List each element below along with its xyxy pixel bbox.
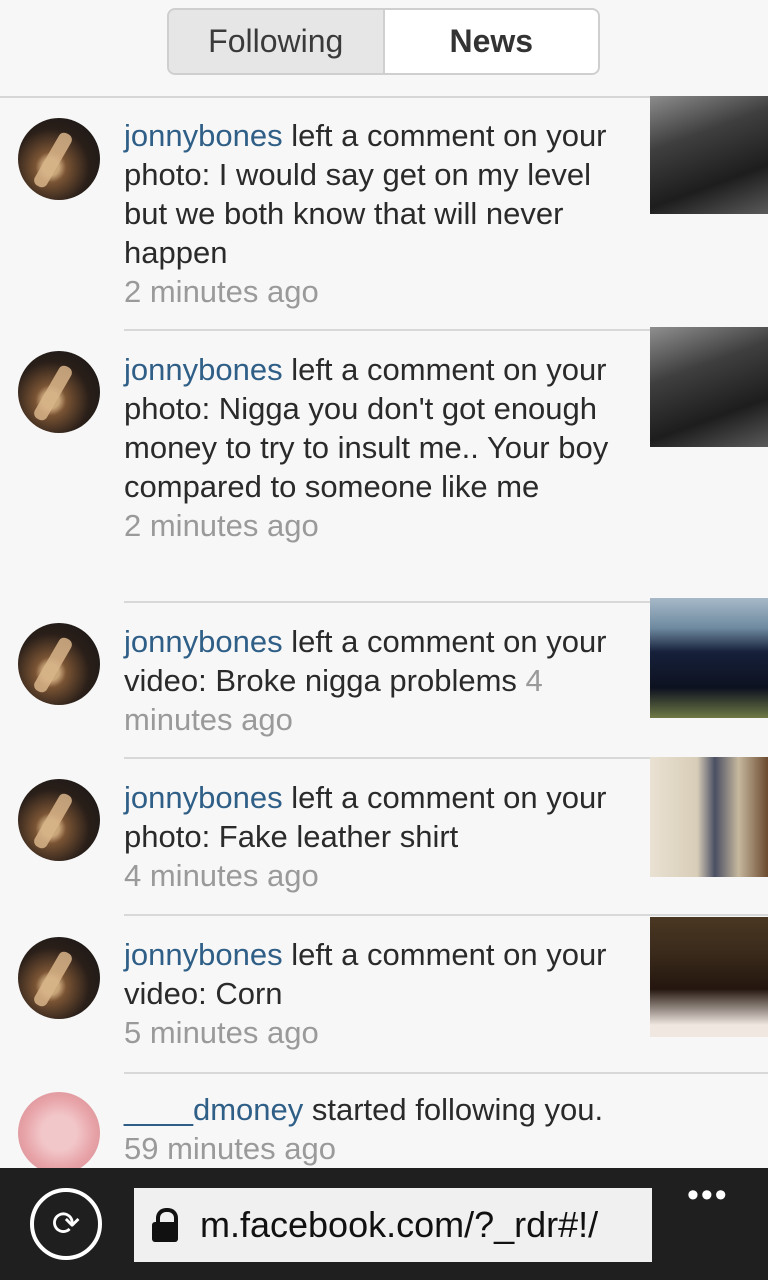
timestamp: 2 minutes ago — [124, 508, 319, 543]
avatar[interactable] — [18, 779, 100, 861]
list-item[interactable]: jonnybones left a comment on your video:… — [0, 916, 768, 1072]
timestamp: 5 minutes ago — [124, 1015, 319, 1050]
photo-thumbnail[interactable] — [650, 96, 768, 214]
notification-text: jonnybones left a comment on your photo:… — [124, 780, 607, 893]
avatar[interactable] — [18, 351, 100, 433]
notification-text: jonnybones left a comment on your video:… — [124, 937, 607, 1050]
timestamp: 59 minutes ago — [124, 1131, 336, 1166]
avatar[interactable] — [18, 118, 100, 200]
list-item[interactable]: ____dmoney started following you. 59 min… — [0, 1074, 768, 1168]
timestamp: 4 minutes ago — [124, 858, 319, 893]
username-link[interactable]: jonnybones — [124, 352, 283, 387]
list-item[interactable]: jonnybones left a comment on your photo:… — [0, 96, 768, 329]
list-item[interactable]: jonnybones left a comment on your photo:… — [0, 327, 768, 601]
top-bar: Following News — [0, 0, 768, 98]
news-feed: jonnybones left a comment on your photo:… — [0, 96, 768, 1168]
list-item[interactable]: jonnybones left a comment on your video:… — [0, 598, 768, 757]
tab-news[interactable]: News — [382, 10, 598, 73]
tab-following[interactable]: Following — [169, 10, 383, 73]
photo-thumbnail[interactable] — [650, 757, 768, 877]
avatar[interactable] — [18, 937, 100, 1019]
avatar[interactable] — [18, 1092, 100, 1168]
photo-thumbnail[interactable] — [650, 327, 768, 447]
video-thumbnail[interactable] — [650, 917, 768, 1037]
username-link[interactable]: jonnybones — [124, 937, 283, 972]
notification-text: jonnybones left a comment on your video:… — [124, 624, 607, 737]
video-thumbnail[interactable] — [650, 598, 768, 718]
list-item[interactable]: jonnybones left a comment on your photo:… — [0, 757, 768, 914]
avatar[interactable] — [18, 623, 100, 705]
timestamp: 2 minutes ago — [124, 274, 319, 309]
username-link[interactable]: jonnybones — [124, 780, 283, 815]
notification-text: jonnybones left a comment on your photo:… — [124, 352, 609, 543]
notification-text: ____dmoney started following you. 59 min… — [124, 1092, 604, 1166]
notification-text: jonnybones left a comment on your photo:… — [124, 118, 607, 309]
username-link[interactable]: jonnybones — [124, 118, 283, 153]
url-text: m.facebook.com/?_rdr#!/ — [200, 1204, 599, 1245]
refresh-icon[interactable]: ⟳ — [30, 1188, 102, 1260]
address-bar[interactable]: m.facebook.com/?_rdr#!/ — [134, 1188, 652, 1262]
username-link[interactable]: ____dmoney — [124, 1092, 303, 1127]
feed-tab-switch: Following News — [167, 8, 600, 75]
username-link[interactable]: jonnybones — [124, 624, 283, 659]
more-icon[interactable]: ••• — [687, 1176, 729, 1215]
lock-icon — [152, 1208, 178, 1242]
